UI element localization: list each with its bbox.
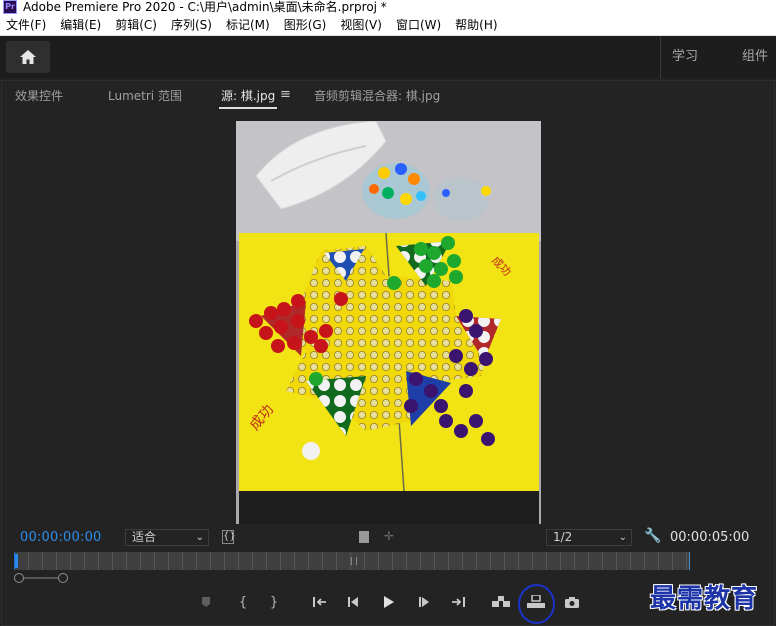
menu-graphics[interactable]: 图形(G) [284,16,327,33]
tab-menu-icon[interactable]: ≡ [280,87,291,102]
home-icon [20,50,36,64]
play-icon [384,596,394,608]
film-icon[interactable] [359,531,369,543]
mark-out-button[interactable]: } [262,590,286,614]
export-frame-button[interactable] [560,590,584,614]
zoom-handle-left[interactable] [14,573,24,583]
step-forward-button[interactable] [413,590,437,614]
drag-video-icon[interactable]: ✛ [384,529,394,543]
zoom-fit-value: 适合 [132,530,157,544]
menu-help[interactable]: 帮助(H) [455,16,497,33]
chevron-down-icon: ⌄ [618,532,627,543]
source-video-frame[interactable]: 成功 成功 [236,121,541,524]
menu-clip[interactable]: 剪辑(C) [115,16,157,33]
mark-in-icon: { [238,594,248,610]
menu-sequence[interactable]: 序列(S) [171,16,212,33]
insert-icon [492,596,510,607]
menu-markers[interactable]: 标记(M) [226,16,270,33]
camera-icon [565,597,579,608]
zoom-scrollbar[interactable] [14,572,690,584]
playhead-timecode[interactable]: 00:00:00:00 [20,530,102,545]
zoom-handle-right[interactable] [58,573,68,583]
step-forward-icon [419,597,429,607]
menu-file[interactable]: 文件(F) [6,16,46,33]
go-to-out-icon [452,597,465,607]
playback-resolution-value: 1/2 [553,530,573,544]
chinese-checkers-photo: 成功 成功 [236,121,541,524]
premiere-logo: Pr [3,0,17,14]
insert-button[interactable] [489,590,513,614]
mark-in-button[interactable]: { [231,590,255,614]
chevron-down-icon: ⌄ [195,532,204,543]
window-title: Adobe Premiere Pro 2020 - C:\用户\admin\桌面… [23,0,387,14]
duration-timecode: 00:00:05:00 [670,530,750,545]
workspace-bar: 学习 组件 [0,36,776,78]
tab-audio-clip-mixer[interactable]: 音频剪辑混合器: 棋.jpg [314,87,440,104]
time-ruler[interactable] [14,552,690,570]
watermark-text: 最需教育 [650,584,759,614]
settings-brace-icon[interactable]: {} [222,530,236,544]
home-button[interactable] [6,41,50,73]
menu-edit[interactable]: 编辑(E) [60,16,101,33]
go-to-out-button[interactable] [446,590,470,614]
go-to-in-icon [313,597,326,607]
marker-icon [202,597,210,607]
workspace-learn[interactable]: 学习 [672,36,698,78]
time-ruler-midpoint [351,557,357,565]
step-back-button[interactable] [342,590,366,614]
menu-view[interactable]: 视图(V) [340,16,382,33]
playhead[interactable] [15,554,18,568]
playback-resolution-select[interactable]: 1/2 ⌄ [546,529,632,546]
tab-lumetri-scopes[interactable]: Lumetri 范围 [108,87,182,104]
highlight-circle-annotation [518,584,555,624]
workspace-assembly[interactable]: 组件 [742,36,768,78]
add-marker-button[interactable] [194,590,218,614]
monitor-controls-row: 00:00:00:00 适合 ⌄ {} ✛ 1/2 ⌄ 🔧 00:00:05:0… [0,528,776,548]
wrench-icon[interactable]: 🔧 [644,528,661,544]
workspace-divider [660,36,661,78]
title-bar: Pr Adobe Premiere Pro 2020 - C:\用户\admin… [0,0,776,14]
play-button[interactable] [377,590,401,614]
menu-window[interactable]: 窗口(W) [396,16,441,33]
tab-effect-controls[interactable]: 效果控件 [15,87,63,104]
step-back-icon [348,597,358,607]
menu-bar: 文件(F) 编辑(E) 剪辑(C) 序列(S) 标记(M) 图形(G) 视图(V… [0,14,776,36]
tab-source[interactable]: 源: 棋.jpg [218,87,278,109]
go-to-in-button[interactable] [308,590,332,614]
mark-out-icon: } [269,594,279,610]
zoom-fit-select[interactable]: 适合 ⌄ [125,529,209,546]
panel-tab-bar: 效果控件 Lumetri 范围 源: 棋.jpg ≡ 音频剪辑混合器: 棋.jp… [2,81,776,109]
